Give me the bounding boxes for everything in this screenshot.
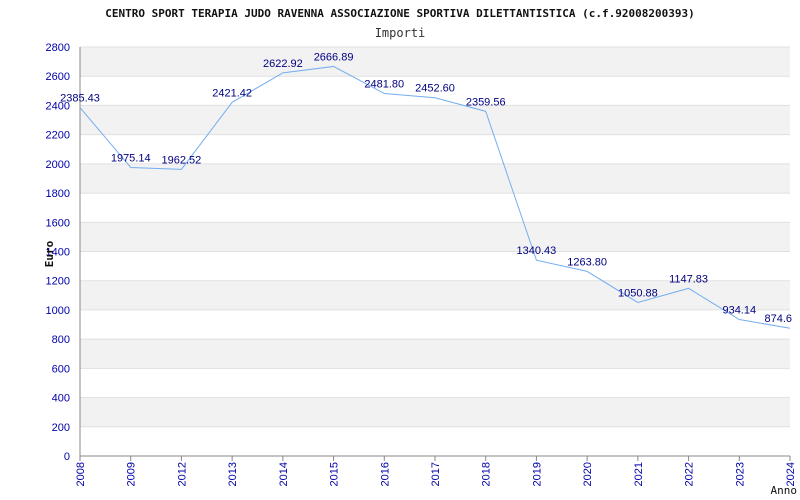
x-tick-label: 2012 (176, 462, 188, 486)
y-tick-label: 2200 (46, 130, 70, 142)
x-tick-label: 2019 (531, 462, 543, 486)
y-tick-label: 2800 (46, 42, 70, 54)
x-tick-label: 2009 (126, 462, 138, 486)
x-tick-label: 2020 (582, 462, 594, 486)
y-tick-label: 2000 (46, 159, 70, 171)
data-label: 2481.80 (364, 78, 404, 90)
x-tick-label: 2024 (785, 462, 797, 486)
grid-band (80, 105, 790, 135)
x-tick-label: 2017 (430, 462, 442, 486)
data-label: 2421.42 (212, 87, 252, 99)
data-label: 2385.43 (60, 93, 100, 105)
grid-band (80, 222, 790, 252)
data-label: 1147.83 (669, 273, 708, 285)
x-tick-label: 2021 (633, 462, 645, 486)
data-label: 2452.60 (415, 83, 455, 95)
grid-band (80, 397, 790, 427)
data-label: 934.14 (722, 305, 756, 317)
y-tick-label: 2600 (46, 71, 70, 83)
y-tick-label: 0 (64, 451, 70, 463)
data-label: 2666.89 (314, 51, 354, 63)
grid-band (80, 163, 790, 194)
x-tick-label: 2016 (379, 462, 391, 486)
x-tick-label: 2023 (734, 462, 746, 486)
line-chart: CENTRO SPORT TERAPIA JUDO RAVENNA ASSOCI… (43, 7, 798, 497)
y-axis-title: Euro (43, 240, 56, 267)
data-label: 2359.56 (466, 96, 506, 108)
data-label: 1263.80 (567, 256, 607, 268)
x-tick-label: 2015 (329, 462, 341, 486)
y-tick-label: 200 (52, 422, 70, 434)
grid-band (80, 339, 790, 369)
y-tick-label: 1200 (46, 276, 70, 288)
y-tick-label: 600 (52, 363, 70, 375)
x-tick-label: 2013 (227, 462, 239, 486)
data-label: 1975.14 (111, 152, 151, 164)
data-label: 2622.92 (263, 58, 303, 70)
x-axis-ticks: 2008 2009 2012 2013 2014 2015 2016 2017 2018 2019… (75, 456, 797, 486)
y-tick-label: 1800 (46, 188, 70, 200)
x-tick-label: 2014 (278, 462, 290, 486)
data-label: 1962.52 (162, 154, 202, 166)
data-label: 1340.43 (517, 245, 557, 257)
y-tick-label: 400 (52, 393, 70, 405)
chart-subtitle: Importi (375, 26, 426, 40)
chart-title: CENTRO SPORT TERAPIA JUDO RAVENNA ASSOCI… (105, 7, 694, 20)
grid-bands (80, 47, 790, 427)
data-label: 874.6 (764, 313, 792, 325)
data-label: 1050.88 (618, 287, 658, 299)
x-tick-label: 2008 (75, 462, 87, 486)
grid-band (80, 47, 790, 77)
y-tick-label: 800 (52, 334, 70, 346)
x-tick-label: 2018 (481, 462, 493, 486)
y-tick-label: 1000 (46, 305, 70, 317)
y-tick-label: 1600 (46, 217, 70, 229)
x-axis-title: Anno (771, 484, 798, 497)
x-tick-label: 2022 (684, 462, 696, 486)
